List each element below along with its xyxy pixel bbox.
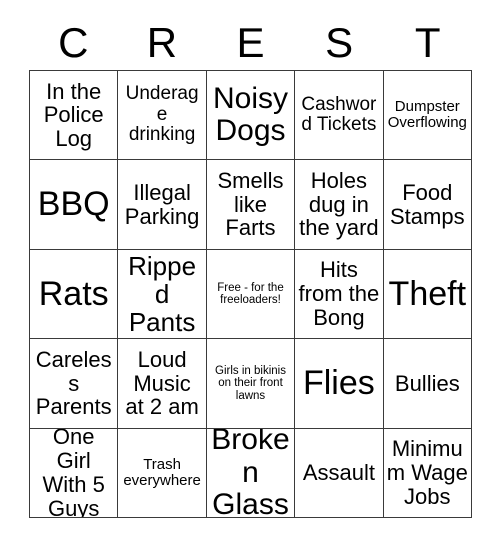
bingo-cell-label: Minimum Wage Jobs xyxy=(386,436,468,509)
bingo-cell-label: Illegal Parking xyxy=(124,179,200,229)
bingo-cell-r2c5[interactable]: Food Stamps xyxy=(383,160,472,250)
bingo-cell-label: BBQ xyxy=(37,185,110,224)
bingo-cell-r5c5[interactable]: Minimum Wage Jobs xyxy=(383,428,472,518)
bingo-cell-label: Trash everywhere xyxy=(123,455,201,489)
bingo-cell-r5c2[interactable]: Trash everywhere xyxy=(118,428,207,518)
bingo-cell-label: Dumpster Overflowing xyxy=(387,98,467,132)
bingo-header: CREST xyxy=(29,16,472,70)
bingo-cell-label: Hits from the Bong xyxy=(298,257,380,330)
bingo-cell-r2c3[interactable]: Smells like Farts xyxy=(206,160,296,250)
bingo-cell-label: One Girl With 5 Guys xyxy=(42,428,105,518)
bingo-cell-label: Holes dug in the yard xyxy=(299,167,379,241)
bingo-cell-r4c3[interactable]: Girls in bikinis on their front lawns xyxy=(206,339,296,429)
bingo-cell-r5c1[interactable]: One Girl With 5 Guys xyxy=(30,428,119,518)
bingo-header-letter-4: T xyxy=(414,19,441,66)
bingo-header-letter-1: R xyxy=(146,19,178,66)
bingo-cell-r1c4[interactable]: Cashword Tickets xyxy=(295,71,384,161)
bingo-cell-label: Underage drinking xyxy=(125,83,199,146)
bingo-cell-r3c4[interactable]: Hits from the Bong xyxy=(295,249,384,340)
bingo-cell-r4c1[interactable]: Careless Parents xyxy=(30,339,119,429)
bingo-cell-r1c2[interactable]: Underage drinking xyxy=(118,71,207,161)
bingo-cell-r1c1[interactable]: In the Police Log xyxy=(30,71,119,161)
bingo-cell-r2c1[interactable]: BBQ xyxy=(30,160,119,250)
bingo-cell-label: Assault xyxy=(302,459,375,485)
bingo-cell-r4c5[interactable]: Bullies xyxy=(383,339,472,429)
bingo-cell-r1c5[interactable]: Dumpster Overflowing xyxy=(383,71,472,161)
bingo-cell-r5c4[interactable]: Assault xyxy=(295,428,384,518)
bingo-grid: In the Police Log Underage drinking Noisy … xyxy=(29,70,472,518)
bingo-cell-r3c1[interactable]: Rats xyxy=(30,249,119,340)
bingo-cell-r3c3[interactable]: Free - for the freeloaders! xyxy=(206,249,296,340)
bingo-cell-r2c2[interactable]: Illegal Parking xyxy=(118,160,207,250)
bingo-cell-r3c5[interactable]: Theft xyxy=(383,249,472,340)
bingo-cell-label: In the Police Log xyxy=(43,78,104,152)
bingo-header-letter-0: C xyxy=(58,19,89,66)
bingo-cell-label: Flies xyxy=(302,364,375,403)
bingo-cell-label: Bullies xyxy=(394,370,460,396)
bingo-cell-r2c4[interactable]: Holes dug in the yard xyxy=(295,160,384,250)
bingo-cell-r3c2[interactable]: Ripped Pants xyxy=(118,249,207,340)
bingo-cell-r1c3[interactable]: Noisy Dogs xyxy=(206,71,296,161)
bingo-cell-label: Free - for the freeloaders! xyxy=(217,281,284,306)
bingo-cell-label: Rats xyxy=(38,274,109,313)
bingo-cell-label: Girls in bikinis on their front lawns xyxy=(215,364,286,402)
bingo-cell-label: Cashword Tickets xyxy=(301,93,377,136)
bingo-cell-label: Broken Glass xyxy=(211,428,290,518)
bingo-header-letter-3: S xyxy=(325,19,354,66)
bingo-cell-label: Food Stamps xyxy=(390,179,465,229)
bingo-cell-label: Theft xyxy=(388,274,467,313)
bingo-cell-r4c4[interactable]: Flies xyxy=(295,339,384,429)
bingo-cell-label: Ripped Pants xyxy=(128,250,197,338)
bingo-cell-r4c2[interactable]: Loud Music at 2 am xyxy=(118,339,207,429)
bingo-cell-label: Smells like Farts xyxy=(217,167,284,241)
bingo-header-letter-2: E xyxy=(236,19,265,66)
bingo-cell-label: Noisy Dogs xyxy=(212,81,288,148)
bingo-cell-label: Loud Music at 2 am xyxy=(125,346,199,420)
bingo-cell-r5c3[interactable]: Broken Glass xyxy=(206,428,296,518)
bingo-card: C R E S T In the Police Log Underage drinking… xyxy=(0,0,500,544)
bingo-cell-label: Careless Parents xyxy=(35,346,112,420)
